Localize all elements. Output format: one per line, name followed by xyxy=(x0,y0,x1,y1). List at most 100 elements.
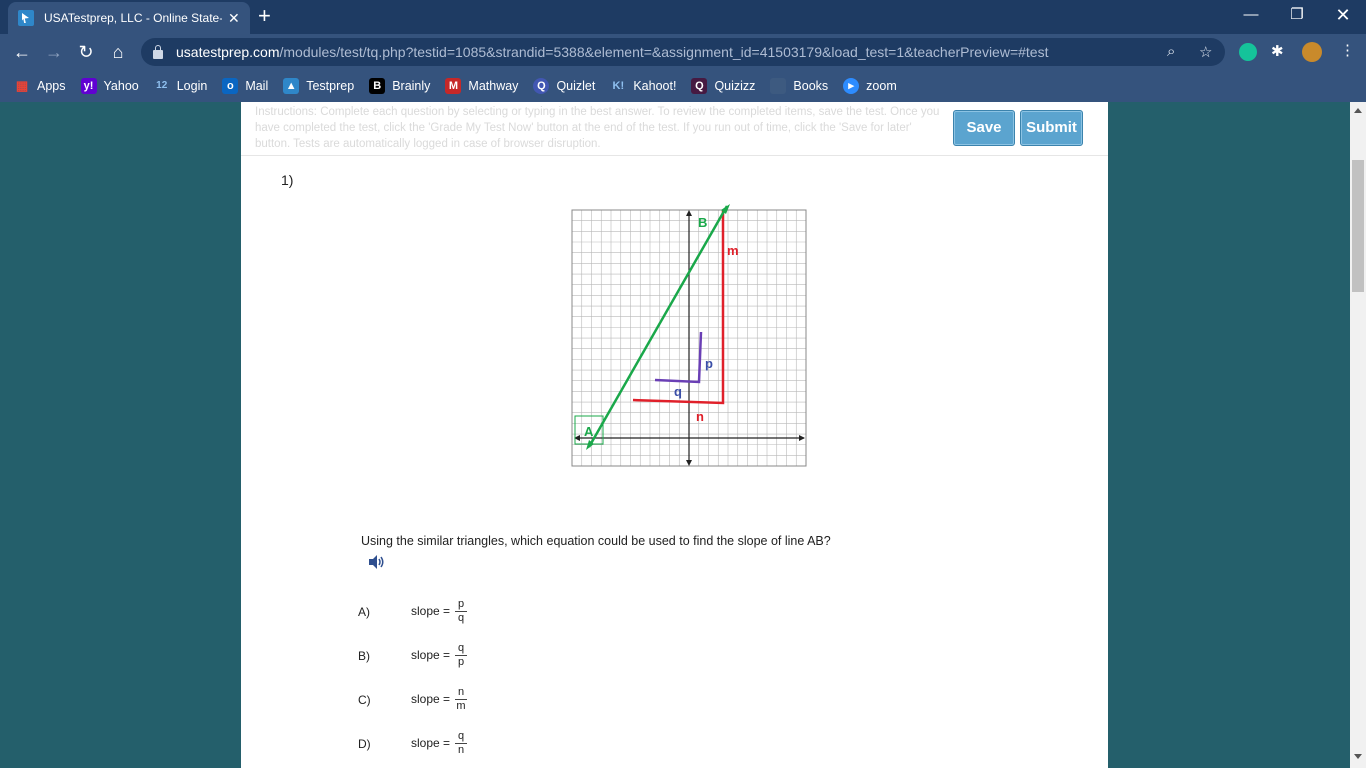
x-axis-arrow-right xyxy=(799,435,805,441)
choice-fraction: qp xyxy=(455,642,467,669)
fraction-numerator: n xyxy=(455,686,467,700)
bookmark-mail[interactable]: o Mail xyxy=(222,78,268,94)
bookmark-label: Quizizz xyxy=(714,79,756,93)
browser-toolbar: ← → ↻ ⌂ usatestprep.com/modules/test/tq.… xyxy=(0,34,1366,70)
bookmark-mathway[interactable]: M Mathway xyxy=(445,78,518,94)
extensions-puzzle-icon[interactable]: ✱ xyxy=(1271,42,1284,60)
brainly-icon: B xyxy=(369,78,386,94)
choice-fraction: pq xyxy=(455,598,467,625)
bookmark-label: Login xyxy=(176,79,208,93)
choice-fraction: qn xyxy=(455,730,467,757)
choice-letter: D) xyxy=(358,737,371,751)
url-text: usatestprep.com/modules/test/tq.php?test… xyxy=(176,44,1049,60)
bookmark-label: Books xyxy=(793,79,829,93)
test-panel: Instructions: Complete each question by … xyxy=(241,102,1108,768)
fraction-denominator: n xyxy=(457,744,465,756)
save-button[interactable]: Save xyxy=(953,110,1015,146)
question-number: 1) xyxy=(281,172,294,188)
label-a: A xyxy=(584,424,594,439)
apps-grid-icon: ▦ xyxy=(15,78,29,93)
submit-button[interactable]: Submit xyxy=(1020,110,1083,146)
kahoot-icon: K! xyxy=(612,80,625,92)
bookmark-label: Kahoot! xyxy=(633,79,677,93)
fraction-numerator: q xyxy=(455,730,467,744)
page-scrollbar[interactable] xyxy=(1350,102,1366,768)
bookmark-label: Testprep xyxy=(306,79,355,93)
bookmark-label: Quizlet xyxy=(556,79,596,93)
bookmark-zoom[interactable]: ▸ zoom xyxy=(843,78,897,94)
mail-icon: o xyxy=(222,78,239,94)
restore-icon[interactable]: ❐ xyxy=(1274,0,1320,30)
bookmark-label: Apps xyxy=(37,79,66,93)
fraction-denominator: m xyxy=(456,700,466,712)
speaker-audio-icon[interactable] xyxy=(367,554,387,570)
reload-icon[interactable]: ↻ xyxy=(75,41,97,63)
choice-letter: B) xyxy=(358,649,370,663)
fraction-numerator: p xyxy=(455,598,467,612)
choice-equation-prefix: slope = xyxy=(411,648,451,662)
choice-equation-prefix: slope = xyxy=(411,604,451,618)
back-icon[interactable]: ← xyxy=(11,41,33,63)
scroll-up-arrow-icon[interactable] xyxy=(1354,108,1362,113)
label-m: m xyxy=(727,243,739,258)
login-icon: 12 xyxy=(156,80,168,91)
bookmark-label: Yahoo xyxy=(103,79,139,93)
bookmark-quizizz[interactable]: Q Quizizz xyxy=(691,78,755,94)
question-text: Using the similar triangles, which equat… xyxy=(361,534,831,548)
fraction-denominator: p xyxy=(457,656,465,668)
forward-icon[interactable]: → xyxy=(43,41,65,63)
choice-letter: A) xyxy=(358,605,370,619)
bookmark-star-icon[interactable]: ☆ xyxy=(1199,43,1212,61)
fraction-denominator: q xyxy=(457,612,465,624)
quizizz-icon: Q xyxy=(691,78,708,94)
minimize-icon[interactable]: — xyxy=(1228,0,1274,30)
address-bar[interactable]: usatestprep.com/modules/test/tq.php?test… xyxy=(141,38,1225,66)
fraction-numerator: q xyxy=(455,642,467,656)
bookmark-books[interactable]: Books xyxy=(770,78,828,94)
yahoo-icon: y! xyxy=(80,78,97,94)
label-p: p xyxy=(705,356,713,371)
new-tab-icon[interactable]: + xyxy=(258,5,271,27)
scrollbar-thumb[interactable] xyxy=(1352,160,1364,292)
close-window-icon[interactable]: ✕ xyxy=(1320,0,1366,30)
zoom-magnifier-icon[interactable]: ⌕ xyxy=(1167,43,1175,60)
zoom-icon: ▸ xyxy=(843,78,860,94)
y-axis-arrow-up xyxy=(686,210,692,216)
scroll-down-arrow-icon[interactable] xyxy=(1354,754,1362,759)
bookmark-label: Brainly xyxy=(392,79,431,93)
bookmark-label: zoom xyxy=(866,79,897,93)
bookmark-label: Mail xyxy=(245,79,269,93)
bookmark-login[interactable]: 12 Login xyxy=(154,78,208,94)
page-viewport: Instructions: Complete each question by … xyxy=(0,102,1350,768)
tab-strip: USATestprep, LLC - Online State- ✕ + — ❐… xyxy=(0,0,1366,34)
label-b: B xyxy=(698,215,707,230)
menu-kebab-icon[interactable]: ⋮ xyxy=(1340,41,1355,59)
bookmarks-bar: ▦ Apps y! Yahoo 12 Login o Mail ▲ Testpr… xyxy=(0,70,1366,102)
choice-equation-prefix: slope = xyxy=(411,736,451,750)
quizlet-icon: Q xyxy=(533,78,550,94)
browser-tab[interactable]: USATestprep, LLC - Online State- ✕ xyxy=(8,2,250,34)
choice-equation-prefix: slope = xyxy=(411,692,451,706)
profile-avatar[interactable] xyxy=(1302,42,1322,62)
coordinate-graph: A B m p q n xyxy=(571,204,807,467)
grammarly-extension-icon[interactable] xyxy=(1239,43,1257,61)
home-icon[interactable]: ⌂ xyxy=(107,41,129,63)
bookmark-yahoo[interactable]: y! Yahoo xyxy=(80,78,139,94)
bookmark-testprep[interactable]: ▲ Testprep xyxy=(283,78,354,94)
bookmark-apps[interactable]: ▦ Apps xyxy=(14,78,66,94)
bookmark-brainly[interactable]: B Brainly xyxy=(369,78,430,94)
tab-close-icon[interactable]: ✕ xyxy=(228,10,240,27)
tab-title: USATestprep, LLC - Online State- xyxy=(44,11,222,25)
bookmark-quizlet[interactable]: Q Quizlet xyxy=(533,78,595,94)
test-instructions: Instructions: Complete each question by … xyxy=(255,106,940,150)
testprep-icon: ▲ xyxy=(283,78,300,94)
bookmark-label: Mathway xyxy=(468,79,519,93)
y-axis-arrow-down xyxy=(686,460,692,466)
mathway-icon: M xyxy=(445,78,462,94)
choice-fraction: nm xyxy=(455,686,467,713)
label-q: q xyxy=(674,384,682,399)
choice-letter: C) xyxy=(358,693,371,707)
books-folder-icon xyxy=(770,78,787,94)
bookmark-kahoot[interactable]: K! Kahoot! xyxy=(610,78,677,94)
header-divider xyxy=(241,155,1108,156)
